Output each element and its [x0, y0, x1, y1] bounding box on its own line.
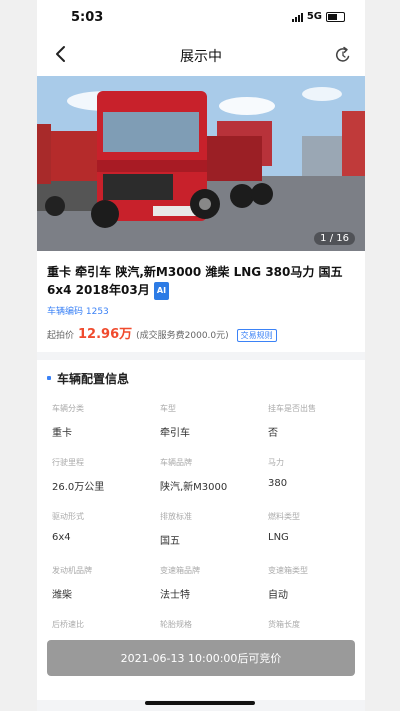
status-indicators: 5G [291, 11, 345, 22]
network-type: 5G [306, 11, 322, 22]
phone-screen: 5:03 5G 展示中 1 / 16 重卡 牵引车 陕汽,新M3000 潍柴 L… [37, 0, 365, 711]
config-cell: 排放标准 国五 [160, 511, 192, 547]
left-backdrop [0, 0, 37, 711]
nav-bar: 展示中 [37, 34, 365, 76]
starting-price: 12.96万 [78, 326, 133, 342]
price-label: 起拍价 [47, 330, 75, 341]
config-cell: 变速箱类型 自动 [268, 565, 308, 601]
config-cell: 车型 牵引车 [160, 403, 190, 439]
vehicle-config-section: 车辆配置信息 车辆分类 重卡 车型 牵引车 挂车是否出售否 行驶里程 26.0万公里 … [37, 359, 365, 700]
config-heading: 车辆配置信息 [57, 371, 130, 386]
price-row: 起拍价 12.96万 (成交服务费2000.0元) 交易规则 [47, 323, 355, 342]
ai-badge: AI [153, 281, 170, 300]
vehicle-code: 车辆编码 1253 [47, 306, 109, 317]
home-indicator [145, 701, 255, 705]
config-cell: 燃料类型 LNG [268, 511, 300, 543]
section-marker [47, 376, 51, 380]
config-cell: 货箱长度 [268, 619, 300, 629]
right-backdrop [365, 0, 400, 711]
vehicle-summary: 重卡 牵引车 陕汽,新M3000 潍柴 LNG 380马力 国五 6x4 201… [37, 251, 365, 352]
photo-counter: 1 / 16 [314, 232, 355, 245]
status-bar: 5:03 5G [37, 0, 365, 34]
vehicle-photo-gallery[interactable]: 1 / 16 [37, 76, 365, 251]
trade-rules-button[interactable]: 交易规则 [236, 328, 277, 342]
vehicle-title: 重卡 牵引车 陕汽,新M3000 潍柴 LNG 380马力 国五 6x4 201… [47, 265, 343, 297]
battery-icon [326, 11, 345, 22]
config-cell: 车辆分类 重卡 [52, 403, 84, 439]
service-fee: (成交服务费2000.0元) [136, 330, 229, 341]
bid-button[interactable]: 2021-06-13 10:00:00后可竞价 [47, 639, 355, 676]
config-grid: 车辆分类 重卡 车型 牵引车 挂车是否出售否 行驶里程 26.0万公里 车辆品牌 陕汽,… [47, 403, 355, 630]
config-cell: 车辆品牌 陕汽,新M3000 [160, 457, 228, 493]
config-cell: 发动机品牌 潍柴 [52, 565, 92, 601]
config-cell: 变速箱品牌 法士特 [160, 565, 200, 601]
config-cell: 后桥速比 [52, 619, 84, 629]
config-cell: 驱动形式 6x4 [52, 511, 84, 543]
signal-icon [291, 12, 303, 22]
truck-photo [37, 76, 365, 251]
status-time: 5:03 [71, 10, 104, 25]
config-cell: 挂车是否出售否 [268, 403, 316, 439]
refresh-icon[interactable] [333, 45, 353, 65]
config-cell: 马力 380 [268, 457, 288, 489]
config-cell: 轮胎规格 [160, 619, 192, 629]
config-cell: 行驶里程 26.0万公里 [52, 457, 105, 493]
page-title: 展示中 [180, 49, 222, 65]
